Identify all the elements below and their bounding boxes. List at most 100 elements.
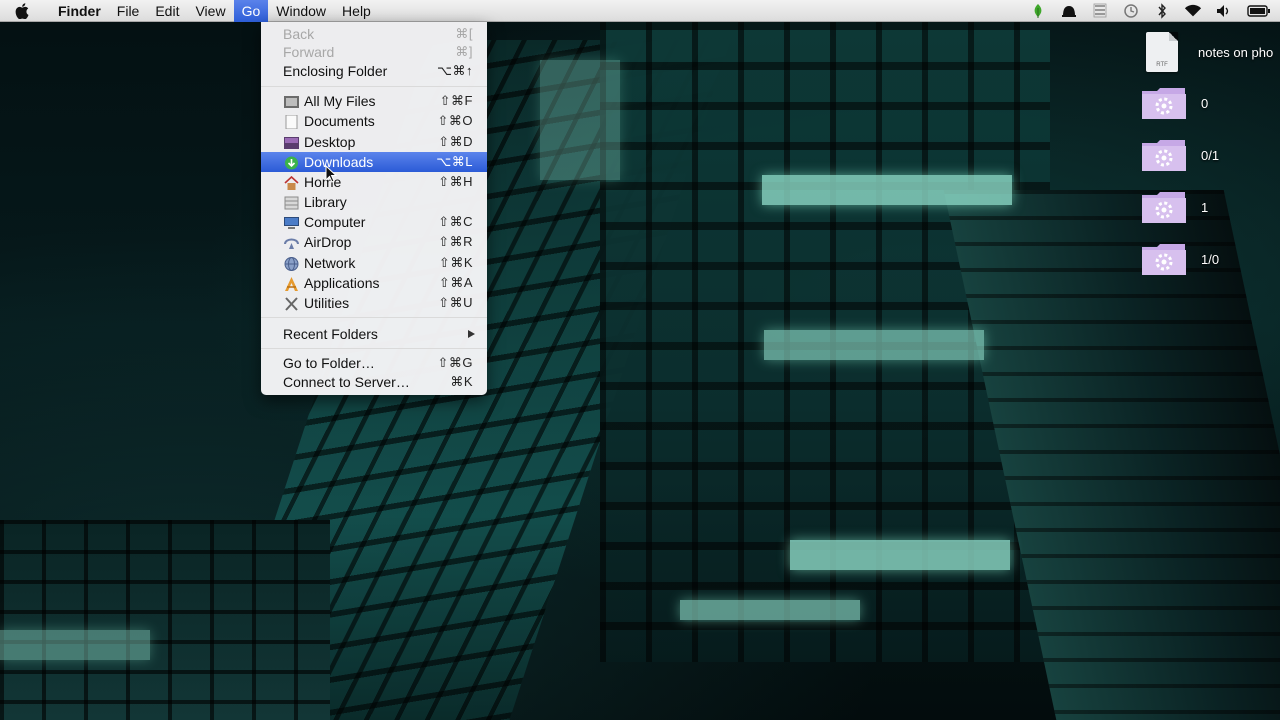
volume-icon[interactable] bbox=[1215, 2, 1233, 20]
time-machine-icon[interactable] bbox=[1122, 2, 1140, 20]
menu-edit[interactable]: Edit bbox=[147, 0, 187, 22]
menu-item-enclosing-folder[interactable]: Enclosing Folder ⌥⌘↑ bbox=[261, 61, 487, 81]
desktop-folder-0[interactable]: 0 bbox=[1141, 86, 1208, 120]
desktop-item-label: 0 bbox=[1201, 95, 1209, 111]
menu-separator bbox=[261, 317, 487, 318]
menu-item-desktop[interactable]: Desktop ⇧⌘D bbox=[261, 132, 487, 152]
file-type-tag: RTF bbox=[1156, 62, 1168, 68]
display-icon[interactable] bbox=[1091, 2, 1109, 20]
wallpaper-window-lights bbox=[540, 60, 620, 180]
menu-item-label: Desktop bbox=[304, 134, 356, 150]
menu-item-home[interactable]: Home ⇧⌘H bbox=[261, 172, 487, 192]
library-icon bbox=[284, 195, 299, 210]
menu-item-label: Library bbox=[304, 194, 347, 210]
applications-icon bbox=[284, 276, 299, 291]
menu-window[interactable]: Window bbox=[268, 0, 334, 22]
menu-item-shortcut: ⇧⌘H bbox=[438, 174, 473, 189]
menu-separator bbox=[261, 86, 487, 87]
menu-item-utilities[interactable]: Utilities ⇧⌘U bbox=[261, 293, 487, 313]
apple-icon[interactable] bbox=[0, 2, 44, 19]
menu-item-shortcut: ⇧⌘O bbox=[437, 113, 473, 128]
menu-item-shortcut: ⇧⌘K bbox=[438, 255, 473, 270]
menu-item-label: Back bbox=[283, 26, 315, 42]
menu-item-label: Forward bbox=[283, 44, 335, 60]
menu-item-label: Network bbox=[304, 255, 356, 271]
wifi-icon[interactable] bbox=[1184, 2, 1202, 20]
menu-item-shortcut: ⌘K bbox=[450, 374, 473, 389]
folder-icon bbox=[1142, 88, 1186, 119]
wallpaper-window-lights bbox=[680, 600, 860, 620]
menu-item-label: Downloads bbox=[304, 154, 374, 170]
menu-item-library[interactable]: Library bbox=[261, 192, 487, 212]
menu-item-label: All My Files bbox=[304, 93, 376, 109]
computer-icon bbox=[284, 215, 299, 229]
desktop-item-label: 1/0 bbox=[1201, 251, 1220, 267]
menu-item-airdrop[interactable]: AirDrop ⇧⌘R bbox=[261, 232, 487, 252]
menu-item-computer[interactable]: Computer ⇧⌘C bbox=[261, 212, 487, 232]
menu-item-shortcut: ⇧⌘D bbox=[438, 134, 473, 149]
desktop-item-label: notes on pho bbox=[1198, 44, 1274, 60]
menu-item-shortcut: ⇧⌘R bbox=[438, 234, 473, 249]
menu-item-forward[interactable]: Forward ⌘] bbox=[261, 42, 487, 62]
documents-icon bbox=[284, 114, 299, 130]
downloads-icon bbox=[284, 155, 299, 170]
desktop-item-label: 0/1 bbox=[1201, 147, 1220, 163]
menu-item-label: Documents bbox=[304, 113, 375, 129]
desktop-file-notes[interactable]: RTF notes on pho bbox=[1146, 32, 1273, 72]
wallpaper-window-lights bbox=[764, 330, 984, 360]
folder-icon bbox=[1142, 244, 1186, 275]
desktop-folder-1-0[interactable]: 1/0 bbox=[1141, 242, 1219, 276]
menu-item-go-to-folder[interactable]: Go to Folder… ⇧⌘G bbox=[261, 353, 487, 373]
desktop-folder-1[interactable]: 1 bbox=[1141, 190, 1208, 224]
menu-view[interactable]: View bbox=[187, 0, 233, 22]
menu-item-shortcut: ⌥⌘L bbox=[436, 154, 473, 169]
menu-item-label: Utilities bbox=[304, 295, 350, 311]
menu-item-applications[interactable]: Applications ⇧⌘A bbox=[261, 273, 487, 293]
menu-item-label: AirDrop bbox=[304, 234, 352, 250]
menu-item-recent-folders[interactable]: Recent Folders bbox=[261, 324, 487, 344]
menu-item-all-my-files[interactable]: All My Files ⇧⌘F bbox=[261, 91, 487, 111]
network-icon bbox=[284, 256, 299, 271]
rtf-file-icon: RTF bbox=[1146, 32, 1178, 72]
menu-go[interactable]: Go bbox=[233, 0, 269, 22]
menu-item-label: Connect to Server… bbox=[283, 374, 410, 390]
menu-help[interactable]: Help bbox=[334, 0, 379, 22]
notification-icon[interactable] bbox=[1060, 2, 1078, 20]
menu-item-label: Computer bbox=[304, 214, 366, 230]
desktop-item-label: 1 bbox=[1201, 199, 1209, 215]
menu-separator bbox=[261, 348, 487, 349]
bluetooth-icon[interactable] bbox=[1153, 2, 1171, 20]
menu-finder[interactable]: Finder bbox=[44, 0, 109, 22]
menu-item-label: Go to Folder… bbox=[283, 355, 375, 371]
menu-item-shortcut: ⇧⌘F bbox=[439, 93, 473, 108]
menu-file[interactable]: File bbox=[109, 0, 148, 22]
menu-item-documents[interactable]: Documents ⇧⌘O bbox=[261, 111, 487, 131]
menu-item-downloads[interactable]: Downloads ⌥⌘L bbox=[261, 152, 487, 172]
wallpaper-window-lights bbox=[790, 540, 1010, 570]
desktop-wallpaper bbox=[0, 0, 1280, 720]
menu-item-shortcut: ⌥⌘↑ bbox=[437, 63, 473, 78]
menu-item-shortcut: ⇧⌘G bbox=[437, 355, 473, 370]
menu-item-shortcut: ⇧⌘U bbox=[438, 295, 473, 310]
submenu-arrow-icon bbox=[468, 330, 475, 338]
menu-item-label: Enclosing Folder bbox=[283, 63, 388, 79]
airdrop-icon bbox=[284, 235, 299, 249]
all-my-files-icon bbox=[284, 94, 299, 108]
menu-bar: Finder File Edit View Go Window Help bbox=[0, 0, 1280, 22]
menu-item-connect-to-server[interactable]: Connect to Server… ⌘K bbox=[261, 372, 487, 392]
folder-icon bbox=[1142, 192, 1186, 223]
menu-item-back[interactable]: Back ⌘[ bbox=[261, 24, 487, 44]
desktop-folder-0-1[interactable]: 0/1 bbox=[1141, 138, 1219, 172]
mouse-cursor-icon bbox=[325, 165, 337, 183]
menu-item-shortcut: ⇧⌘C bbox=[438, 214, 473, 229]
utilities-icon bbox=[284, 296, 299, 311]
menu-item-label: Recent Folders bbox=[283, 326, 378, 342]
menu-item-shortcut: ⌘] bbox=[455, 44, 473, 59]
leaf-icon[interactable] bbox=[1029, 2, 1047, 20]
wallpaper-window-lights bbox=[762, 175, 1012, 205]
menu-item-label: Applications bbox=[304, 275, 380, 291]
wallpaper-building-bottom-left bbox=[0, 520, 330, 720]
menu-item-shortcut: ⌘[ bbox=[455, 26, 473, 41]
menu-item-network[interactable]: Network ⇧⌘K bbox=[261, 253, 487, 273]
battery-icon[interactable] bbox=[1246, 2, 1272, 20]
